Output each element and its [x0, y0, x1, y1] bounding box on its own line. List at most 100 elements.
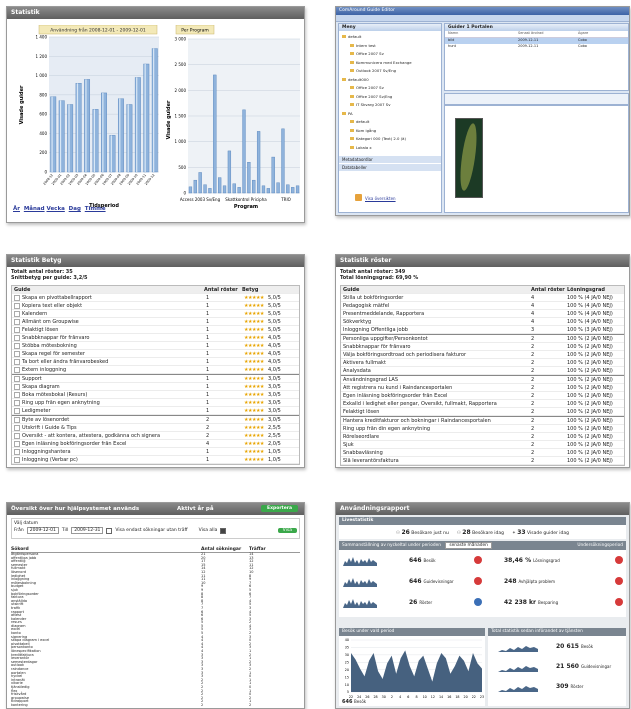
- row-checkbox[interactable]: [14, 358, 20, 365]
- votes-row[interactable]: Snabbknappar för frånvaro 2 100 % (2 JA/0 …: [341, 343, 624, 351]
- votes-row[interactable]: Felaktigt lösen 2 100 % (2 JA/0 NEJ): [341, 408, 624, 416]
- rating-row[interactable]: Ring upp från egen anknytning 1 ★★★★★ 3,0/5: [12, 399, 299, 407]
- row-checkbox[interactable]: [14, 326, 20, 333]
- to-date-input[interactable]: 2009-12-31: [71, 527, 104, 534]
- row-checkbox[interactable]: [14, 334, 20, 341]
- tree-item[interactable]: PA: [342, 110, 438, 119]
- no-hits-checkbox[interactable]: [106, 527, 113, 534]
- row-checkbox[interactable]: [14, 407, 20, 414]
- tree-item[interactable]: Intern test: [342, 42, 438, 51]
- row-checkbox[interactable]: [14, 310, 20, 317]
- votes-row[interactable]: Ring upp från din egen anknytning 2 100 % …: [341, 425, 624, 433]
- votes-row[interactable]: Hantera kreditfakturor och bokningar i R…: [341, 416, 624, 425]
- metadata-section[interactable]: Metadataordlar: [339, 156, 441, 163]
- tree-item[interactable]: default: [342, 118, 438, 127]
- rating-row[interactable]: Byte av lösenordet 2 ★★★★★ 3,0/5: [12, 415, 299, 424]
- period-link-week[interactable]: Vecka: [47, 206, 65, 212]
- tree-item[interactable]: Outlook 2007 Sv/Eng: [342, 67, 438, 76]
- row-checkbox[interactable]: [14, 416, 20, 423]
- votes-row[interactable]: Aktivera fullmakt 2 100 % (2 JA/0 NEJ): [341, 359, 624, 367]
- row-checkbox[interactable]: [14, 440, 20, 447]
- votes-row[interactable]: Välja bokföringsordtroad och periodisera…: [341, 351, 624, 359]
- rating-row[interactable]: Felaktigt lösen 1 ★★★★★ 5,0/5: [12, 326, 299, 334]
- votes-row[interactable]: Analysdata 2 100 % (2 JA/0 NEJ): [341, 367, 624, 375]
- tree-item[interactable]: default000: [342, 76, 438, 85]
- row-checkbox[interactable]: [14, 399, 20, 406]
- show-all-checkbox[interactable]: [220, 527, 227, 534]
- row-checkbox[interactable]: [14, 342, 20, 349]
- rating-row[interactable]: Extern inloggning 1 ★★★★★ 4,0/5: [12, 366, 299, 374]
- row-checkbox[interactable]: [14, 318, 20, 325]
- rating-row[interactable]: Ta bort eller ändra frånvarobesked 1 ★★★★★…: [12, 358, 299, 366]
- datatables-section[interactable]: Datatabeller: [339, 164, 441, 171]
- rating-row[interactable]: Allmänt om Groupwise 1 ★★★★★ 5,0/5: [12, 318, 299, 326]
- votes-row[interactable]: Stilla ut bokföringsorder 4 100 % (4 JA/0 …: [341, 294, 624, 302]
- votes-row[interactable]: Egen inläsning bokföringsorder från Exce…: [341, 392, 624, 400]
- tree-item[interactable]: Kommunicera med Exchange: [342, 59, 438, 68]
- rating-row[interactable]: Utskrift i Guide & Tips 2 ★★★★★ 2,5/5: [12, 424, 299, 432]
- rating-row[interactable]: Inloggning (Verbar pc) 1 ★★★★★ 1,0/5: [12, 456, 299, 464]
- period-link-month[interactable]: Månad: [24, 206, 45, 212]
- period-link-year[interactable]: År: [13, 206, 20, 212]
- total-sparkline: [498, 662, 538, 672]
- votes-row[interactable]: Att registrera nu kund i Raindancesporta…: [341, 384, 624, 392]
- guide-list-row[interactable]: hunt 2009-12-11 Cobo: [445, 44, 628, 50]
- rating-row[interactable]: Boka mötesbokal (Resurs) 1 ★★★★★ 3,0/5: [12, 391, 299, 399]
- usage-bar: [75, 83, 82, 173]
- row-checkbox[interactable]: [14, 375, 20, 382]
- rating-row[interactable]: Skapa diagram 1 ★★★★★ 3,0/5: [12, 383, 299, 391]
- votes-row[interactable]: Snabbavläsning 2 100 % (2 JA/0 NEJ): [341, 449, 624, 457]
- votes-row[interactable]: Sökverktyg 4 100 % (4 JA/0 NEJ): [341, 318, 624, 326]
- rating-row[interactable]: Översikt - att kontera, attestera, godkä…: [12, 432, 299, 440]
- tree-item[interactable]: Office 2007 Sv: [342, 50, 438, 59]
- period-link-day[interactable]: Dag: [69, 206, 81, 212]
- row-checkbox[interactable]: [14, 383, 20, 390]
- tree-item[interactable]: Lokala x: [342, 144, 438, 153]
- tree-item[interactable]: default: [342, 33, 438, 42]
- tree-item[interactable]: Kom igång: [342, 127, 438, 136]
- votes-row[interactable]: Sjuk 2 100 % (2 JA/0 NEJ): [341, 441, 624, 449]
- votes-row[interactable]: Rörelseordlare 2 100 % (2 JA/0 NEJ): [341, 433, 624, 441]
- program-bar: [286, 184, 290, 194]
- votes-row[interactable]: Användningsgrad LAS 2 100 % (2 JA/0 NEJ): [341, 375, 624, 384]
- rating-row[interactable]: Ledigmeter 1 ★★★★★ 3,0/5: [12, 407, 299, 415]
- row-checkbox[interactable]: [14, 432, 20, 439]
- row-checkbox[interactable]: [14, 294, 20, 301]
- rating-row[interactable]: Stöbba mötesbokning 1 ★★★★★ 4,0/5: [12, 342, 299, 350]
- row-checkbox[interactable]: [14, 391, 20, 398]
- rating-row[interactable]: Support 1 ★★★★★ 3,0/5: [12, 374, 299, 383]
- votes-row[interactable]: Presentmeddelande, Rapportera 4 100 % (4 J…: [341, 310, 624, 318]
- period-link-hour[interactable]: Timme: [85, 206, 106, 212]
- tree-item[interactable]: Kategori 000 (Text) 2.0 (ä): [342, 135, 438, 144]
- rating-row[interactable]: Inloggningshantera 1 ★★★★★ 1,0/5: [12, 448, 299, 456]
- from-date-input[interactable]: 2009-12-01: [26, 527, 59, 534]
- rating-row[interactable]: Snabbknappar för frånvaro 1 ★★★★★ 4,0/5: [12, 334, 299, 342]
- votes-row[interactable]: Exkalld i ledighet eller pengar, Översik…: [341, 400, 624, 408]
- row-checkbox[interactable]: [14, 448, 20, 455]
- row-checkbox[interactable]: [14, 456, 20, 463]
- tree-item[interactable]: IT Skvarg 2007 Sv: [342, 101, 438, 110]
- rating-row[interactable]: Egen inläsning bokföringsorder från Exce…: [12, 440, 299, 448]
- rating-row[interactable]: Skapa en pivottabellrapport 1 ★★★★★ 5,0/5: [12, 294, 299, 302]
- tree-item[interactable]: Office 2007 Sv: [342, 84, 438, 93]
- show-overview-link[interactable]: Visa översikten: [365, 196, 396, 201]
- folder-icon: [342, 77, 346, 81]
- editor-document-area[interactable]: [444, 105, 629, 213]
- rating-row[interactable]: Kopiera text eller objekt 1 ★★★★★ 5,0/5: [12, 302, 299, 310]
- export-button[interactable]: Exportera: [261, 505, 298, 512]
- show-button[interactable]: Visa: [277, 528, 297, 533]
- row-checkbox[interactable]: [14, 302, 20, 309]
- votes-row[interactable]: Slå leverantörsfaktura 2 100 % (2 JA/0 NEJ…: [341, 457, 624, 465]
- votes-row[interactable]: Inloggning Offentliga jobb 3 100 % (3 JA/0…: [341, 326, 624, 334]
- row-checkbox[interactable]: [14, 350, 20, 357]
- kpi-value: 646 Besök: [409, 557, 436, 564]
- row-checkbox[interactable]: [14, 366, 20, 373]
- tree-item[interactable]: Office 2007 Sv/Eng: [342, 93, 438, 102]
- guide-list-title: Guider 1 Portalen: [445, 24, 628, 31]
- rating-row[interactable]: Kalendern 1 ★★★★★ 5,0/5: [12, 310, 299, 318]
- period-select[interactable]: senaste månaden: [445, 542, 492, 549]
- votes-row[interactable]: Personliga uppgifter/Personkontot 2 100 % …: [341, 334, 624, 343]
- rating-row[interactable]: Skapa regel för semester 1 ★★★★★ 4,0/5: [12, 350, 299, 358]
- votes-row[interactable]: Pedagogisk mätfel 4 100 % (4 JA/0 NEJ): [341, 302, 624, 310]
- row-checkbox[interactable]: [14, 424, 20, 431]
